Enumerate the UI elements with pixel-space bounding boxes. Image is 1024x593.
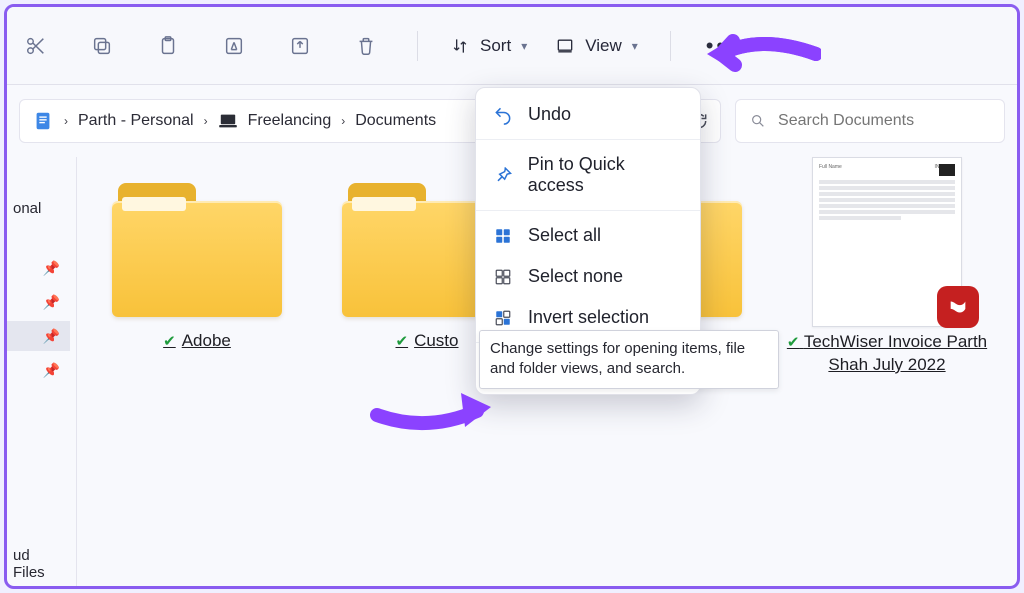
menu-select-all[interactable]: Select all: [476, 215, 700, 256]
toolbar: Sort ▾ View ▾ •••: [7, 7, 1017, 85]
view-dropdown[interactable]: View ▾: [555, 36, 638, 56]
item-caption: ✔ TechWiser Invoice Parth Shah July 2022: [777, 331, 997, 377]
menu-label: Invert selection: [528, 307, 649, 328]
rename-button[interactable]: [215, 27, 253, 65]
menu-undo[interactable]: Undo: [476, 94, 700, 135]
menu-select-none[interactable]: Select none: [476, 256, 700, 297]
chevron-down-icon: ▾: [521, 39, 527, 53]
pin-icon: 📌: [43, 260, 60, 277]
nav-sidebar: onal 📌 📌 📌 📌 ud Files: [7, 157, 77, 586]
callout-arrow: [367, 387, 497, 437]
menu-separator: [476, 139, 700, 140]
document-icon: [32, 110, 54, 132]
folder-item[interactable]: ✔ Adobe: [97, 177, 297, 351]
share-button[interactable]: [281, 27, 319, 65]
toolbar-divider: [417, 31, 418, 61]
chevron-down-icon: ▾: [632, 39, 638, 53]
item-caption: ✔ Adobe: [163, 331, 231, 351]
tooltip: Change settings for opening items, file …: [479, 330, 779, 389]
chevron-right-icon: ›: [204, 114, 208, 128]
chevron-right-icon: ›: [64, 114, 68, 128]
menu-pin[interactable]: Pin to Quick access: [476, 144, 700, 206]
item-caption: ✔ Custo: [396, 331, 459, 351]
tooltip-text: Change settings for opening items, file …: [490, 340, 745, 377]
menu-label: Undo: [528, 104, 571, 125]
search-box[interactable]: [735, 99, 1005, 143]
search-icon: [750, 112, 766, 130]
select-all-icon: [492, 227, 514, 245]
chevron-right-icon: ›: [341, 114, 345, 128]
menu-separator: [476, 210, 700, 211]
search-input[interactable]: [776, 111, 990, 131]
folder-icon: [112, 177, 282, 317]
sidebar-item[interactable]: 📌: [7, 355, 70, 385]
pdf-badge-icon: [937, 286, 979, 328]
sidebar-item[interactable]: 📌: [7, 253, 70, 283]
breadcrumb-item[interactable]: Freelancing: [218, 112, 332, 130]
sync-ok-icon: ✔: [163, 332, 176, 350]
select-none-icon: [492, 268, 514, 286]
cut-button[interactable]: [17, 27, 55, 65]
delete-button[interactable]: [347, 27, 385, 65]
pin-icon: 📌: [43, 362, 60, 379]
document-thumbnail: Full NameINVOICE: [812, 157, 962, 327]
sort-label: Sort: [480, 36, 511, 56]
file-item[interactable]: Full NameINVOICE ✔ TechWiser Invoice Par…: [777, 157, 997, 377]
sidebar-item[interactable]: onal: [7, 193, 70, 223]
menu-label: Pin to Quick access: [528, 154, 684, 196]
invert-selection-icon: [492, 309, 514, 327]
breadcrumb-item[interactable]: Documents: [355, 112, 436, 130]
sidebar-item[interactable]: ud Files: [7, 549, 70, 579]
pin-icon: [492, 165, 514, 185]
menu-label: Select none: [528, 266, 623, 287]
undo-icon: [492, 105, 514, 125]
paste-button[interactable]: [149, 27, 187, 65]
sidebar-item-active[interactable]: 📌: [7, 321, 70, 351]
pin-icon: 📌: [43, 328, 60, 345]
pin-icon: 📌: [43, 294, 60, 311]
laptop-icon: [218, 113, 238, 129]
sidebar-item[interactable]: 📌: [7, 287, 70, 317]
sort-dropdown[interactable]: Sort ▾: [450, 36, 527, 56]
callout-arrow: [701, 29, 821, 79]
toolbar-divider: [670, 31, 671, 61]
copy-button[interactable]: [83, 27, 121, 65]
menu-label: Select all: [528, 225, 601, 246]
breadcrumb-item[interactable]: Parth - Personal: [78, 112, 194, 130]
sync-ok-icon: ✔: [396, 332, 409, 350]
view-label: View: [585, 36, 622, 56]
sync-ok-icon: ✔: [787, 334, 800, 351]
